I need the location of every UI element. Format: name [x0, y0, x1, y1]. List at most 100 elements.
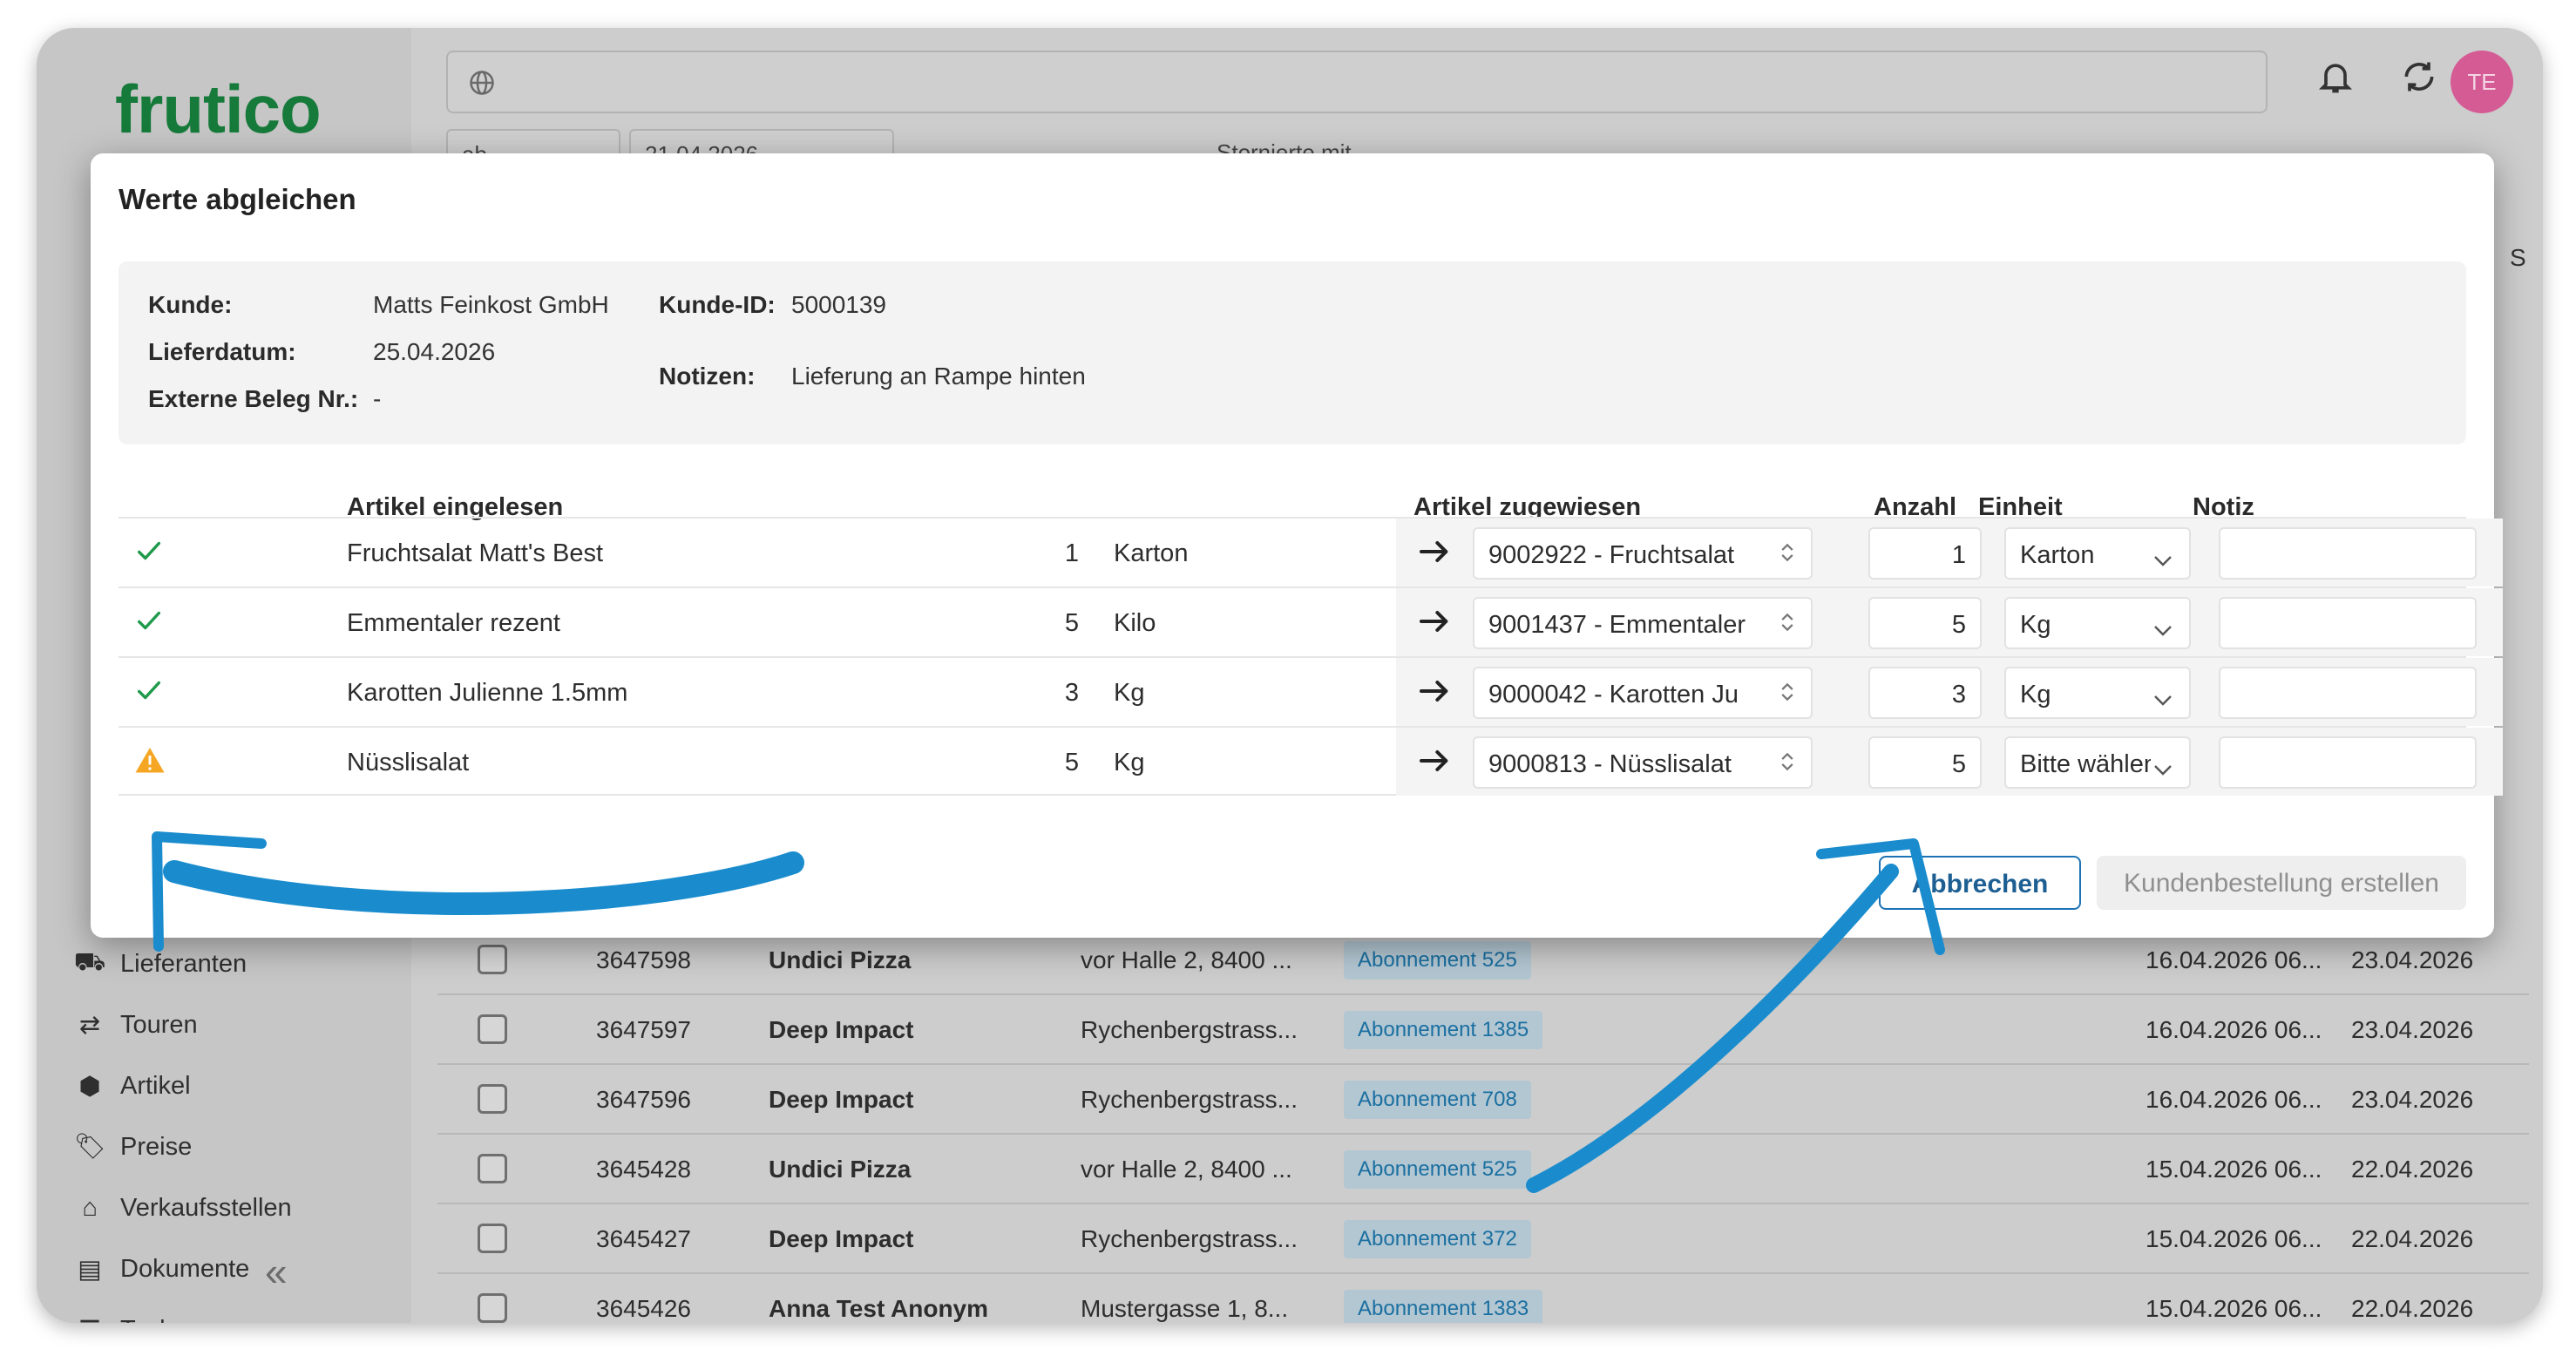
sidebar-item-touren[interactable]: ⇄ Touren	[75, 999, 198, 1051]
article-row: Fruchtsalat Matt's Best 1 Karton 9002922 - …	[119, 517, 2503, 586]
read-unit: Karton	[1114, 539, 1189, 567]
customer-id-label: Kunde-ID:	[659, 291, 776, 318]
customer-id-value: 5000139	[791, 291, 887, 318]
read-unit: Kg	[1114, 749, 1145, 776]
collapse-sidebar-icon[interactable]: «	[265, 1248, 288, 1295]
sidebar-item-preise[interactable]: 🏷 Preise	[74, 1121, 193, 1173]
unit-value: Kg	[2020, 611, 2051, 639]
row-checkbox[interactable]	[478, 1154, 507, 1183]
unit-select[interactable]: Bitte wählen	[2004, 736, 2191, 789]
delivery-date: 22.04.2026	[2351, 1295, 2474, 1322]
updown-icon	[1779, 541, 1795, 571]
address: Mustergasse 1, 8...	[1081, 1295, 1289, 1322]
subscription-badge[interactable]: Abonnement 525	[1344, 941, 1531, 980]
quantity-input[interactable]: 5	[1868, 597, 1982, 649]
table-row[interactable]: 3645426 Anna Test Anonym Mustergasse 1, 8.…	[437, 1274, 2529, 1323]
tasks-icon: ☰	[75, 1315, 105, 1324]
read-article-name: Karotten Julienne 1.5mm	[347, 679, 628, 707]
subscription-badge[interactable]: Abonnement 525	[1344, 1150, 1531, 1189]
globe-icon	[470, 71, 494, 95]
delivery-date: 22.04.2026	[2351, 1156, 2474, 1183]
bell-icon[interactable]	[2316, 58, 2355, 96]
chevron-down-icon	[2152, 546, 2173, 575]
table-row[interactable]: 3647596 Deep Impact Rychenbergstrass... Abo…	[437, 1065, 2529, 1135]
notes-label: Notizen:	[659, 363, 756, 390]
row-checkbox[interactable]	[478, 1084, 507, 1114]
address: vor Halle 2, 8400 ...	[1081, 1156, 1292, 1183]
check-icon	[134, 675, 164, 712]
unit-select[interactable]: Karton	[2004, 527, 2191, 580]
sidebar-item-tasks[interactable]: ☰ Tasks	[75, 1304, 185, 1324]
reconcile-dialog: Werte abgleichen Kunde: Matts Feinkost G…	[91, 153, 2503, 938]
subscription-badge[interactable]: Abonnement 1383	[1344, 1290, 1543, 1323]
check-icon	[134, 606, 164, 642]
assigned-article-select[interactable]: 9000042 - Karotten Ju	[1473, 667, 1813, 719]
assigned-article-value: 9000813 - Nüsslisalat	[1488, 750, 1732, 778]
check-icon	[134, 536, 164, 573]
row-checkbox[interactable]	[478, 1293, 507, 1323]
cancel-button[interactable]: Abbrechen	[1879, 856, 2081, 910]
sidebar-item-label: Touren	[120, 1010, 198, 1039]
customer-name: Undici Pizza	[769, 946, 912, 973]
updown-icon	[1779, 750, 1795, 780]
subscription-badge[interactable]: Abonnement 372	[1344, 1220, 1531, 1258]
sidebar-item-lieferanten[interactable]: ⛟ Lieferanten	[73, 938, 247, 990]
read-article-name: Nüsslisalat	[347, 749, 470, 776]
address: Rychenbergstrass...	[1081, 1016, 1298, 1043]
created-date: 16.04.2026 06...	[2146, 1086, 2322, 1113]
sidebar-item-label: Verkaufsstellen	[120, 1193, 292, 1222]
note-input[interactable]	[2219, 667, 2477, 719]
row-checkbox[interactable]	[478, 1224, 507, 1253]
created-date: 15.04.2026 06...	[2146, 1295, 2322, 1322]
assigned-article-value: 9001437 - Emmentaler	[1488, 611, 1746, 639]
truck-icon: ⛟	[73, 948, 106, 976]
create-order-button[interactable]: Kundenbestellung erstellen	[2097, 856, 2466, 910]
store-icon: ⌂	[82, 1193, 98, 1222]
delivery-date: 23.04.2026	[2351, 946, 2474, 973]
order-number: 3647596	[596, 1086, 692, 1113]
chevron-down-icon	[2152, 616, 2173, 645]
quantity-input[interactable]: 1	[1868, 527, 1982, 580]
sidebar-item-verkaufsstellen[interactable]: ⌂ Verkaufsstellen	[75, 1182, 292, 1234]
arrow-right-icon	[1417, 674, 1452, 715]
note-input[interactable]	[2219, 527, 2477, 580]
sidebar-item-label: Preise	[120, 1132, 193, 1161]
refresh-icon[interactable]	[2400, 58, 2438, 96]
customer-name: Deep Impact	[769, 1225, 914, 1252]
address: vor Halle 2, 8400 ...	[1081, 946, 1292, 973]
row-checkbox[interactable]	[478, 1014, 507, 1044]
article-row: Karotten Julienne 1.5mm 3 Kg 9000042 - Karo…	[119, 656, 2503, 726]
quantity-input[interactable]: 3	[1868, 667, 1982, 719]
created-date: 15.04.2026 06...	[2146, 1156, 2322, 1183]
sidebar-item-label: Artikel	[120, 1071, 191, 1100]
table-row[interactable]: 3645427 Deep Impact Rychenbergstrass... Abo…	[437, 1204, 2529, 1274]
table-row[interactable]: 3645428 Undici Pizza vor Halle 2, 8400 ...…	[437, 1135, 2529, 1204]
search-input[interactable]	[446, 51, 2268, 113]
updown-icon	[1779, 681, 1795, 710]
quantity-input[interactable]: 5	[1868, 736, 1982, 789]
created-date: 16.04.2026 06...	[2146, 946, 2322, 973]
subscription-badge[interactable]: Abonnement 708	[1344, 1081, 1531, 1119]
delivery-date-label: Lieferdatum:	[148, 338, 296, 365]
note-input[interactable]	[2219, 597, 2477, 649]
subscription-badge[interactable]: Abonnement 1385	[1344, 1011, 1543, 1049]
external-doc-label: Externe Beleg Nr.:	[148, 385, 359, 412]
sidebar-item-dokumente[interactable]: ▤ Dokumente	[75, 1243, 249, 1295]
unit-value: Kg	[2020, 681, 2051, 709]
assigned-article-select[interactable]: 9001437 - Emmentaler	[1473, 597, 1813, 649]
table-row[interactable]: 3647597 Deep Impact Rychenbergstrass... Abo…	[437, 995, 2529, 1065]
unit-select[interactable]: Kg	[2004, 597, 2191, 649]
note-input[interactable]	[2219, 736, 2477, 789]
hexagon-icon: ⬢	[78, 1072, 101, 1101]
sidebar-item-artikel[interactable]: ⬢ Artikel	[75, 1060, 191, 1112]
row-checkbox[interactable]	[478, 945, 507, 974]
assigned-article-select[interactable]: 9002922 - Fruchtsalat	[1473, 527, 1813, 580]
customer-name: Deep Impact	[769, 1086, 914, 1113]
avatar[interactable]: TE	[2451, 51, 2513, 113]
unit-value: Bitte wählen	[2020, 750, 2151, 778]
read-quantity: 1	[1064, 539, 1079, 567]
assigned-article-select[interactable]: 9000813 - Nüsslisalat	[1473, 736, 1813, 789]
external-doc-value: -	[373, 385, 382, 412]
unit-select[interactable]: Kg	[2004, 667, 2191, 719]
arrow-right-icon	[1417, 604, 1452, 646]
